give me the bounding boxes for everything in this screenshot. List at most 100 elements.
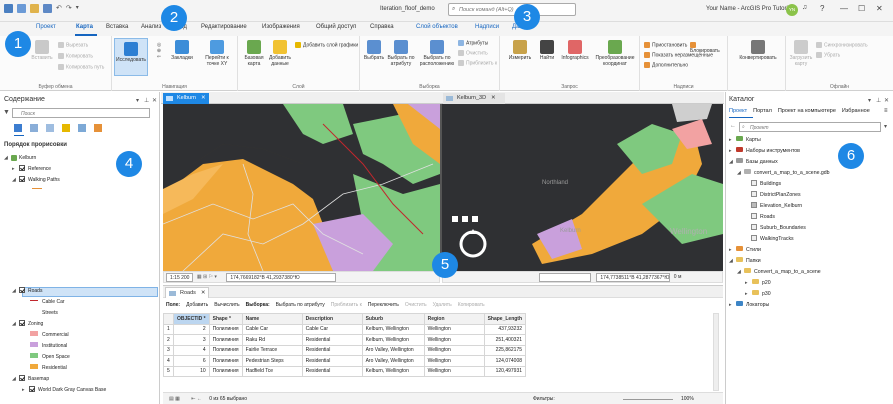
table-cell[interactable]: Полилиния — [208, 355, 243, 367]
sync-button[interactable]: Синхронизировать — [816, 42, 868, 48]
close-pane-icon[interactable]: ✕ — [884, 97, 889, 104]
close-pane-icon[interactable]: ✕ — [152, 97, 157, 104]
catalog-menu-icon[interactable]: ≡ — [884, 108, 888, 114]
expand-icon[interactable]: ▸ — [729, 246, 736, 255]
tab-help[interactable]: Справка — [370, 24, 394, 30]
calculate-button[interactable]: Вычислить — [214, 302, 239, 308]
scale-selector[interactable]: 1:15 200 — [166, 273, 194, 282]
back-icon[interactable]: ← — [730, 123, 736, 129]
tab-roads-table[interactable]: Roads ✕ — [165, 287, 209, 298]
catalog-item[interactable]: DistrictPlanZones — [751, 190, 801, 200]
labeling-more-button[interactable]: Дополнительно — [644, 62, 688, 68]
column-header[interactable]: Shape_Length — [483, 313, 527, 325]
notifications-icon[interactable]: ♫ — [802, 4, 807, 11]
row-index[interactable]: 2 — [163, 334, 174, 346]
goto-xy-button[interactable]: Перейти к точке XY — [200, 40, 234, 67]
catalog-item[interactable]: ▸ Карты — [729, 136, 761, 145]
table-cell[interactable]: Wellington — [423, 355, 485, 367]
table-row[interactable]: 2 3 Полилиния Raku Rd Residential Kelburn, We… — [163, 334, 527, 346]
catalog-item[interactable]: ◢ convert_a_map_to_a_scene.gdb — [737, 169, 830, 178]
table-cell[interactable]: Wellington — [423, 365, 485, 377]
undo-icon[interactable]: ↶ — [56, 4, 62, 13]
close-button[interactable]: ✕ — [876, 4, 883, 13]
avatar[interactable]: YN — [786, 4, 798, 16]
nav-control-icon[interactable] — [472, 216, 478, 222]
expand-icon[interactable]: ▸ — [729, 136, 736, 145]
toc-layer-row[interactable]: ▸ World Dark Gray Canvas Base — [22, 385, 106, 395]
table-cell[interactable]: Полилиния — [208, 365, 243, 377]
redo-icon[interactable]: ↷ — [66, 4, 72, 13]
catalog-item[interactable]: Elevation_Kelburn — [751, 201, 802, 211]
table-cell[interactable]: Aro Valley, Wellington — [361, 344, 425, 356]
selection-icon[interactable] — [46, 124, 54, 132]
search-options-icon[interactable]: ▾ — [884, 123, 887, 130]
table-row[interactable]: 3 4 Полилиния Fairlie Terrace Residential Aro… — [163, 344, 527, 356]
expand-icon[interactable]: ▸ — [745, 279, 752, 288]
collapse-icon[interactable]: ◢ — [12, 375, 19, 384]
collapse-icon[interactable]: ◢ — [737, 268, 744, 277]
table-cell[interactable]: Residential — [301, 344, 363, 356]
nav-control-icon[interactable] — [462, 216, 468, 222]
tab-labeling[interactable]: Надписи — [475, 24, 499, 30]
table-cell[interactable]: 6 — [173, 355, 210, 367]
toc-map-row[interactable]: ◢ Kelburn — [4, 154, 36, 163]
table-cell[interactable]: Wellington — [423, 344, 485, 356]
download-map-button[interactable]: Загрузить карту — [788, 40, 814, 67]
catalog-tab-computer[interactable]: Проект на компьютере — [778, 108, 836, 114]
table-cell[interactable]: Hadfield Tce — [241, 365, 303, 377]
row-index[interactable]: 5 — [163, 365, 174, 377]
table-cell[interactable]: Residential — [301, 355, 363, 367]
expand-icon[interactable]: ▸ — [729, 147, 736, 156]
clear-selection-button[interactable]: Очистить — [458, 50, 488, 56]
zoom-level[interactable]: 100% — [681, 393, 694, 404]
table-cell[interactable]: Полилиния — [208, 334, 243, 346]
clear-table-selection-button[interactable]: Очистить — [405, 302, 427, 308]
visibility-checkbox[interactable] — [19, 374, 25, 381]
collapse-icon[interactable]: ◢ — [12, 320, 19, 329]
table-cell[interactable]: 10 — [173, 365, 210, 377]
column-header[interactable]: Shape * — [208, 313, 243, 325]
collapse-icon[interactable]: ◢ — [4, 154, 11, 163]
pin-icon[interactable]: ⊥ — [144, 97, 149, 104]
collapse-icon[interactable]: ◢ — [729, 257, 736, 266]
save-icon[interactable] — [43, 4, 52, 13]
close-tab-icon[interactable]: ✕ — [491, 95, 496, 101]
table-cell[interactable]: Aro Valley, Wellington — [361, 355, 425, 367]
collapse-icon[interactable]: ◢ — [12, 287, 19, 296]
table-row[interactable]: 1 2 Полилиния Cable Car Cable Car Kelburn, We… — [163, 323, 527, 335]
catalog-tab-favorites[interactable]: Избранное — [842, 108, 870, 114]
pane-menu-icon[interactable]: ▾ — [868, 97, 871, 104]
expand-icon[interactable]: ▸ — [729, 301, 736, 310]
command-search-input[interactable]: ⌕ Поиск команд (Alt+Q) — [448, 3, 576, 16]
remove-button[interactable]: Убрать — [816, 52, 840, 58]
labeling-icon[interactable] — [94, 124, 102, 132]
catalog-item[interactable]: Buildings — [751, 179, 781, 189]
catalog-item[interactable]: ▸ p30 — [745, 290, 771, 299]
copy-path-button[interactable]: Копировать путь — [58, 64, 104, 70]
zoom-slider[interactable] — [623, 399, 673, 400]
visibility-checkbox[interactable] — [19, 286, 25, 293]
collapse-icon[interactable]: ◢ — [737, 169, 744, 178]
table-cell[interactable]: 251,400321 — [483, 334, 527, 346]
table-cell[interactable]: Kelburn, Wellington — [361, 365, 425, 377]
filter-icon[interactable]: ▼ — [3, 109, 10, 116]
table-cell[interactable]: 437,93232 — [483, 323, 527, 335]
row-index[interactable]: 4 — [163, 355, 174, 367]
catalog-item[interactable]: Roads — [751, 212, 775, 222]
navigator-ring[interactable] — [459, 230, 487, 258]
table-cell[interactable]: Cable Car — [301, 323, 363, 335]
collapse-icon[interactable]: ◢ — [729, 158, 736, 167]
nav-control-icon[interactable] — [452, 216, 458, 222]
zoom-to-selection-button[interactable]: Приблизить к — [458, 60, 497, 66]
tab-map[interactable]: Карта — [76, 24, 93, 30]
editing-icon[interactable] — [62, 124, 70, 132]
tab-imagery[interactable]: Изображения — [262, 24, 300, 30]
table-cell[interactable]: Cable Car — [241, 323, 303, 335]
table-cell[interactable]: Wellington — [423, 334, 485, 346]
table-cell[interactable]: Полилиния — [208, 323, 243, 335]
table-cell[interactable]: Wellington — [423, 323, 485, 335]
column-header[interactable]: Name — [241, 313, 303, 325]
table-cell[interactable]: Residential — [301, 334, 363, 346]
close-tab-icon[interactable]: ✕ — [201, 95, 206, 101]
map-view-3d[interactable]: Northland Kelburn Wellington — [442, 104, 723, 271]
